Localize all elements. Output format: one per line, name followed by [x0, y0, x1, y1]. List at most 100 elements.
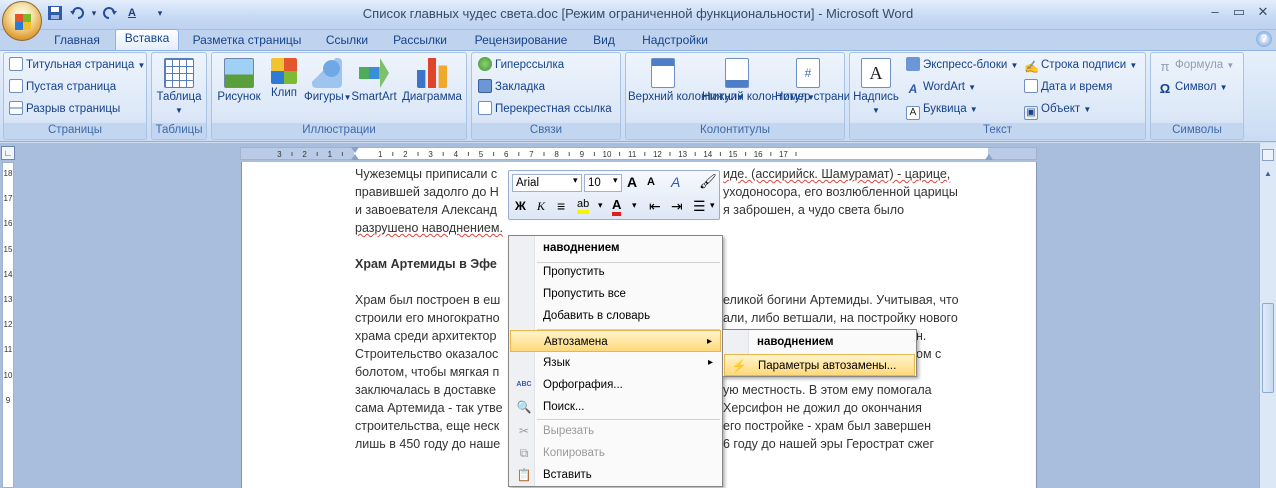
text-box-button[interactable]: A Надпись ▼: [852, 58, 900, 117]
spelling-check-icon: ABC: [516, 381, 532, 388]
ruler-number: 2: [302, 150, 307, 159]
scissors-icon: ✂: [518, 424, 530, 438]
table-button[interactable]: Таблица ▼: [154, 58, 204, 117]
styles-icon[interactable]: A: [671, 174, 680, 190]
autocorrect-options-item[interactable]: ⚡ Параметры автозамены...: [724, 354, 915, 376]
font-dropdown-icon[interactable]: ▾: [573, 175, 582, 186]
help-icon[interactable]: ?: [1256, 31, 1272, 47]
equation-button[interactable]: π Формула ▼: [1158, 56, 1235, 74]
paragraph-line: болотом, чтобы мягкая п: [355, 365, 500, 379]
paragraph-line: строили его многократно: [355, 311, 500, 325]
tab-mailings[interactable]: Рассылки: [386, 32, 454, 50]
object-button[interactable]: ▣ Объект ▼: [1024, 100, 1091, 120]
bold-icon[interactable]: Ж: [515, 199, 526, 213]
quick-parts-button[interactable]: Экспресс-блоки ▼: [906, 56, 1018, 74]
format-painter-icon[interactable]: 🖌: [699, 173, 717, 190]
close-button[interactable]: ✕: [1252, 4, 1274, 20]
blank-page-button[interactable]: Пустая страница: [9, 78, 116, 96]
smartart-button[interactable]: SmartArt: [350, 58, 398, 104]
ignore-item[interactable]: Пропустить: [510, 261, 605, 283]
page-break-button[interactable]: Разрыв страницы: [9, 100, 120, 118]
italic-icon[interactable]: К: [537, 199, 545, 214]
picture-button[interactable]: Рисунок: [214, 58, 264, 104]
ruler-toggle-icon[interactable]: [1262, 149, 1274, 161]
footer-icon: [725, 58, 749, 88]
office-button[interactable]: [2, 1, 42, 41]
drop-cap-button[interactable]: A Буквица ▼: [906, 100, 978, 120]
footer-button[interactable]: Нижний колонтитул▼: [702, 58, 815, 104]
tab-selector-button[interactable]: ∟: [1, 146, 15, 160]
cover-page-button[interactable]: Титульная страница ▼: [9, 56, 145, 74]
ruler-number: 6: [504, 150, 509, 159]
paragraph-line: его постройке - храм был завершен: [723, 419, 932, 433]
increase-indent-icon[interactable]: ⇥: [671, 198, 683, 215]
symbol-button[interactable]: Ω Символ ▼: [1158, 78, 1228, 96]
blank-page-icon: [9, 79, 23, 93]
tab-review[interactable]: Рецензирование: [466, 32, 576, 50]
maximize-button[interactable]: ▭: [1228, 4, 1250, 20]
group-label: Таблицы: [152, 123, 206, 138]
font-color-dropdown-icon[interactable]: ▾: [632, 200, 637, 211]
scroll-up-icon[interactable]: ▲: [1261, 167, 1275, 181]
chart-button[interactable]: Диаграмма: [399, 58, 465, 104]
autocorrect-options-icon: ⚡: [731, 359, 747, 373]
signature-line-button[interactable]: ✍ Строка подписи ▼: [1024, 56, 1137, 74]
language-item[interactable]: Язык ▸: [510, 352, 721, 374]
page-number-button[interactable]: # Номер страницы▼: [775, 58, 873, 104]
minimize-button[interactable]: –: [1204, 4, 1226, 20]
ruler-number: 15: [729, 150, 738, 159]
cross-reference-icon: [478, 101, 492, 115]
spelling-item[interactable]: ABC Орфография...: [510, 374, 622, 396]
date-time-button[interactable]: Дата и время: [1024, 78, 1112, 96]
decrease-indent-icon[interactable]: ⇤: [649, 198, 661, 215]
cross-reference-button[interactable]: Перекрестная ссылка: [478, 100, 612, 118]
bookmark-button[interactable]: Закладка: [478, 78, 545, 96]
spelling-suggestion-item[interactable]: наводнением: [510, 237, 620, 259]
tab-page-layout[interactable]: Разметка страницы: [186, 32, 308, 50]
cut-item[interactable]: ✂ Вырезать: [510, 420, 594, 442]
lookup-item[interactable]: 🔍 Поиск...: [510, 396, 585, 418]
tab-home[interactable]: Главная: [46, 32, 108, 50]
center-icon[interactable]: ≡: [557, 198, 565, 214]
size-dropdown-icon[interactable]: ▾: [613, 175, 618, 186]
ruler-number: 5: [479, 150, 484, 159]
page-break-icon: [9, 101, 23, 115]
vertical-scrollbar[interactable]: ▲: [1259, 143, 1276, 488]
left-indent-marker[interactable]: [351, 154, 359, 160]
paste-item[interactable]: 📋 Вставить: [510, 464, 592, 486]
signature-line-icon: ✍: [1024, 60, 1039, 74]
bullets-icon[interactable]: ☰: [693, 198, 706, 215]
tab-insert[interactable]: Вставка: [115, 29, 179, 50]
autocorrect-suggestion-item[interactable]: наводнением: [724, 331, 834, 353]
highlight-dropdown-icon[interactable]: ▾: [598, 200, 603, 211]
tab-references[interactable]: Ссылки: [318, 32, 376, 50]
scrollbar-thumb[interactable]: [1262, 303, 1274, 393]
add-to-dictionary-item[interactable]: Добавить в словарь: [510, 305, 650, 327]
horizontal-ruler[interactable]: 3 2 1 1 2 3 4 5 6 7 8 9 10 11 12 13 14 15 16 17: [240, 147, 1037, 160]
font-color-icon[interactable]: A: [612, 197, 622, 216]
highlight-icon[interactable]: ab: [577, 198, 590, 214]
clip-art-icon: [271, 58, 297, 84]
wordart-button[interactable]: A WordArt ▼: [906, 78, 976, 96]
hyperlink-button[interactable]: Гиперссылка: [478, 56, 564, 74]
ruler-number: 9: [580, 150, 585, 159]
font-name-input[interactable]: Arial: [512, 174, 582, 192]
autocorrect-item[interactable]: Автозамена ▸: [510, 330, 721, 352]
right-indent-marker[interactable]: [985, 154, 993, 160]
shrink-font-icon[interactable]: A: [647, 176, 655, 188]
group-label: Символы: [1151, 123, 1243, 138]
clip-art-button[interactable]: Клип: [266, 58, 302, 100]
first-line-indent-marker[interactable]: [351, 147, 359, 153]
shapes-button[interactable]: Фигуры▼: [304, 58, 352, 104]
chart-icon: [417, 58, 447, 88]
copy-item[interactable]: ⧉ Копировать: [510, 442, 605, 464]
tab-view[interactable]: Вид: [586, 32, 622, 50]
ignore-all-item[interactable]: Пропустить все: [510, 283, 626, 305]
bullets-dropdown-icon[interactable]: ▾: [710, 200, 715, 211]
header-button[interactable]: Верхний колонтитул▼: [628, 58, 745, 104]
pi-icon: π: [1160, 59, 1170, 74]
vertical-ruler[interactable]: 18 17 16 15 14 13 12 11 10 9: [2, 162, 14, 488]
tab-addins[interactable]: Надстройки: [634, 32, 716, 50]
group-label: Колонтитулы: [626, 123, 844, 138]
grow-font-icon[interactable]: A: [627, 174, 637, 190]
